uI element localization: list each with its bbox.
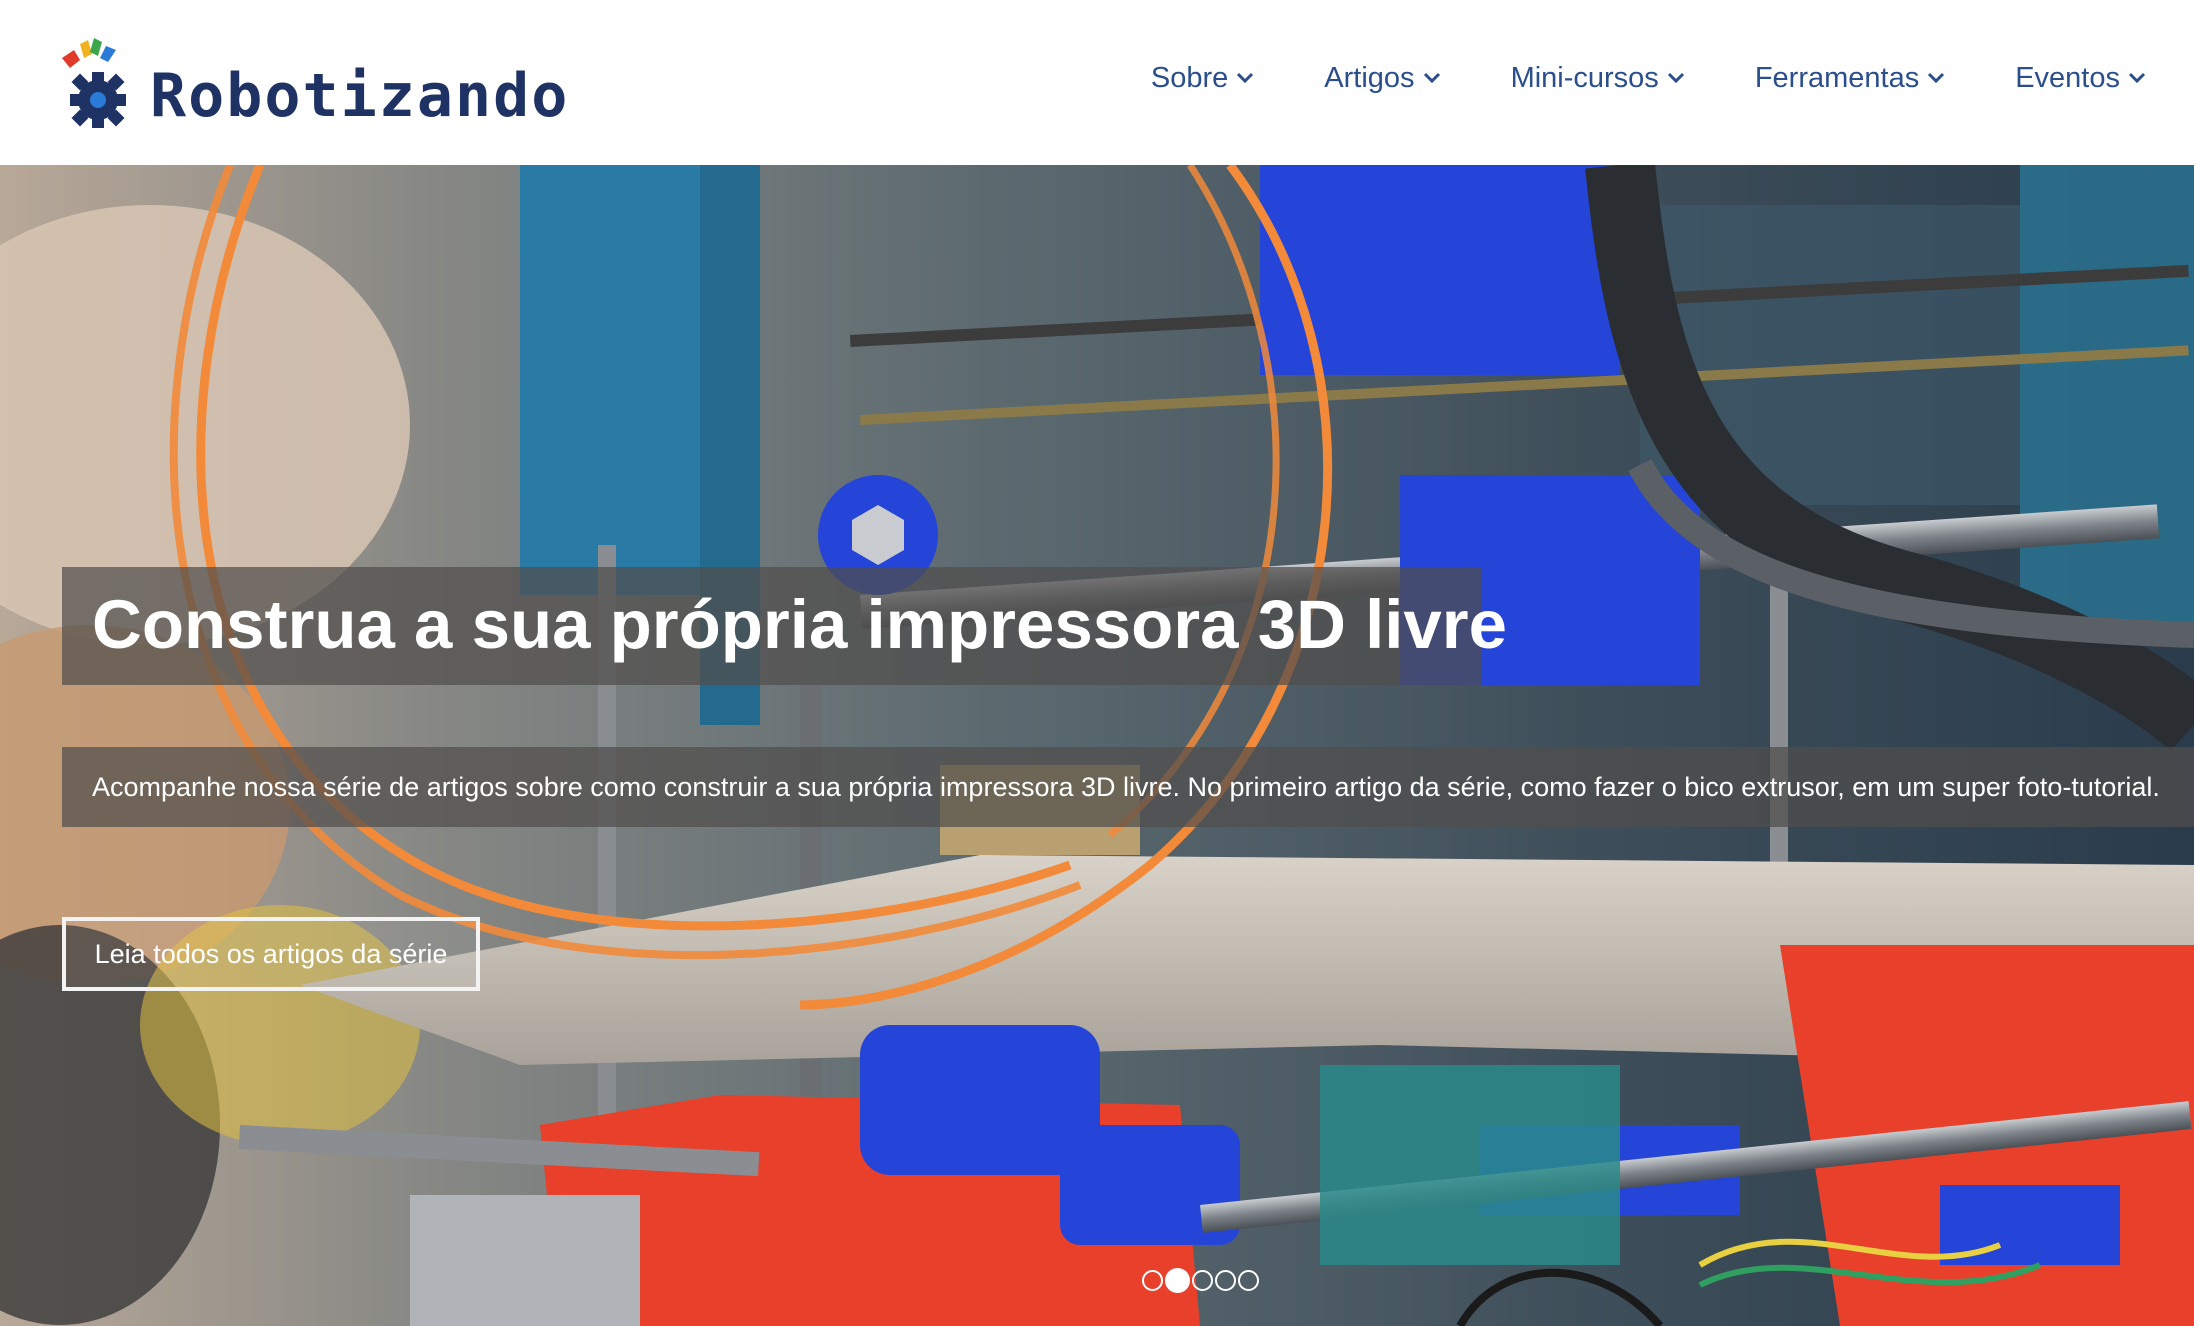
carousel-dot-1[interactable]: [1142, 1270, 1163, 1291]
site-logo[interactable]: Robotizando: [58, 36, 578, 136]
slide-description: Acompanhe nossa série de artigos sobre c…: [92, 772, 2160, 802]
carousel-indicators: [1142, 1268, 1261, 1293]
slide-description-box: Acompanhe nossa série de artigos sobre c…: [62, 747, 2194, 827]
nav-item-mini-cursos[interactable]: Mini-cursos: [1511, 56, 1685, 100]
nav-item-sobre[interactable]: Sobre: [1151, 56, 1254, 100]
logo-wordmark: Robotizando: [150, 61, 570, 131]
chevron-down-icon: [1667, 72, 1684, 84]
chevron-down-icon: [1237, 72, 1254, 84]
nav-item-artigos[interactable]: Artigos: [1324, 56, 1440, 100]
nav-item-label: Sobre: [1150, 62, 1229, 94]
nav-item-ferramentas[interactable]: Ferramentas: [1755, 56, 1945, 100]
carousel-dot-5[interactable]: [1238, 1270, 1259, 1291]
slide-title-box: Construa a sua própria impressora 3D liv…: [62, 567, 1507, 685]
nav-item-eventos[interactable]: Eventos: [2015, 56, 2146, 100]
site-header: Robotizando Sobre Artigos Mini-cursos Fe…: [0, 0, 2194, 165]
carousel-dot-3[interactable]: [1192, 1270, 1213, 1291]
nav-item-label: Mini-cursos: [1510, 62, 1659, 94]
read-series-button[interactable]: Leia todos os artigos da série: [62, 917, 480, 991]
printer-photo: [0, 165, 2194, 1326]
carousel-dot-2-active[interactable]: [1165, 1268, 1190, 1293]
main-nav: Sobre Artigos Mini-cursos Ferramentas Ev…: [1151, 56, 2146, 100]
carousel-dot-4[interactable]: [1215, 1270, 1236, 1291]
chevron-down-icon: [2128, 72, 2146, 84]
gear-logo-icon: [62, 38, 126, 128]
nav-item-label: Ferramentas: [1754, 62, 1920, 94]
slide-title: Construa a sua própria impressora 3D liv…: [92, 586, 1508, 663]
hero-carousel: Construa a sua própria impressora 3D liv…: [0, 165, 2194, 1326]
nav-item-label: Eventos: [2015, 62, 2120, 94]
chevron-down-icon: [1423, 72, 1440, 84]
nav-item-label: Artigos: [1324, 62, 1415, 94]
chevron-down-icon: [1928, 72, 1945, 84]
